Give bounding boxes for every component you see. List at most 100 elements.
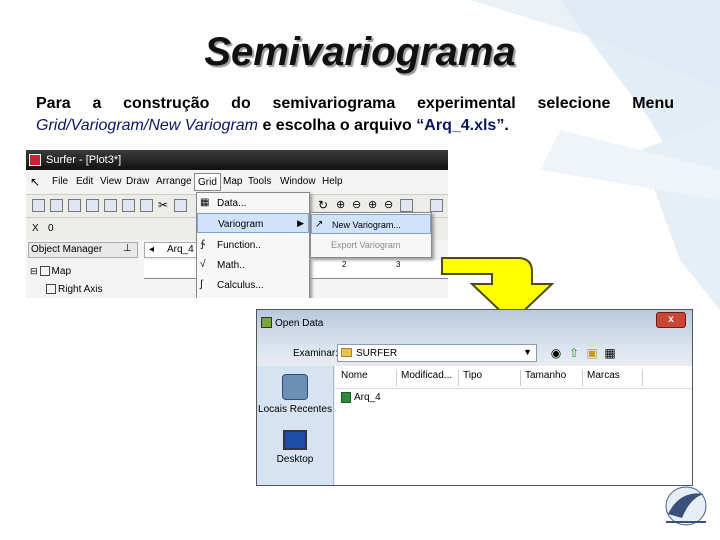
- copy-icon[interactable]: [174, 199, 187, 212]
- print-icon[interactable]: [104, 199, 117, 212]
- menu-help[interactable]: Help: [322, 176, 343, 187]
- zoom-rect-icon[interactable]: ⊕: [368, 198, 377, 211]
- worksheet-icon[interactable]: [50, 199, 63, 212]
- ruler-tick: 3: [396, 260, 401, 269]
- grid-menu-function-label: Function..: [217, 240, 261, 251]
- new-variogram-item[interactable]: ↗ New Variogram...: [311, 214, 431, 234]
- zoom-page-icon[interactable]: ⊖: [384, 198, 393, 211]
- refresh-icon[interactable]: ↻: [318, 198, 328, 212]
- back-icon[interactable]: ◉: [549, 346, 563, 360]
- header-divider: [335, 388, 692, 389]
- new-icon[interactable]: [32, 199, 45, 212]
- institution-logo: [665, 486, 707, 526]
- left-arrow-icon[interactable]: ◂: [149, 244, 154, 255]
- surfer-menubar: ↖ File Edit View Draw Arrange Grid Map T…: [26, 172, 448, 192]
- x-coordinate-value: 0: [48, 223, 54, 234]
- file-item-arq4[interactable]: Arq_4: [341, 392, 381, 403]
- menu-arrange[interactable]: Arrange: [156, 176, 192, 187]
- instruction-text: Para a construção do semivariograma expe…: [36, 93, 674, 137]
- surfer-window-title: Surfer - [Plot3*]: [46, 154, 122, 166]
- recent-places-icon: [282, 374, 308, 400]
- close-button[interactable]: x: [656, 312, 686, 328]
- grid-icon[interactable]: [68, 199, 81, 212]
- surfer-titlebar: Surfer - [Plot3*]: [26, 150, 448, 170]
- column-header-modified[interactable]: Modificad...: [397, 370, 459, 386]
- zoom-extents-icon[interactable]: [400, 199, 413, 212]
- place-desktop-label: Desktop: [276, 454, 314, 465]
- chevron-down-icon: ▼: [523, 347, 532, 357]
- menu-edit[interactable]: Edit: [76, 176, 93, 187]
- column-header-tags[interactable]: Marcas: [583, 370, 643, 386]
- folder-icon: [341, 348, 352, 357]
- menu-view[interactable]: View: [100, 176, 122, 187]
- x-coordinate-label: X: [32, 223, 39, 234]
- grid-menu-variogram[interactable]: Variogram ▶: [197, 213, 309, 233]
- object-manager-header[interactable]: Object Manager ⊥: [28, 242, 138, 258]
- grid-menu-math[interactable]: √ Math..: [197, 255, 309, 275]
- grid-menu-data-label: Data...: [217, 198, 247, 209]
- data-icon: ▦: [200, 197, 210, 208]
- ruler-tick: 2: [342, 260, 347, 269]
- bitmap-icon[interactable]: [430, 199, 443, 212]
- zoom-in-icon[interactable]: ⊕: [336, 198, 345, 211]
- menu-draw[interactable]: Draw: [126, 176, 149, 187]
- cut-icon[interactable]: ✂: [158, 198, 168, 212]
- look-in-dropdown[interactable]: SURFER ▼: [337, 344, 537, 362]
- grid-data-icon[interactable]: [140, 199, 153, 212]
- properties-icon[interactable]: [122, 199, 135, 212]
- tree-item-map-label: Map: [51, 266, 71, 277]
- menu-window[interactable]: Window: [280, 176, 316, 187]
- slide-title: Semivariograma: [204, 30, 516, 74]
- grid-menu-calculus[interactable]: ∫ Calculus...: [197, 275, 309, 295]
- math-icon: √: [200, 259, 206, 270]
- instruction-filename: “Arq_4.xls”: [416, 117, 505, 134]
- look-in-value: SURFER: [356, 348, 398, 359]
- place-desktop[interactable]: Desktop: [257, 430, 333, 465]
- column-header-type[interactable]: Tipo: [459, 370, 521, 386]
- pin-icon[interactable]: ⊥: [123, 243, 132, 254]
- file-item-label: Arq_4: [354, 392, 381, 404]
- function-icon: ∱: [200, 239, 206, 250]
- save-icon[interactable]: [86, 199, 99, 212]
- excel-file-icon: [341, 392, 351, 403]
- up-folder-icon[interactable]: ⇧: [567, 346, 581, 360]
- column-header-size[interactable]: Tamanho: [521, 370, 583, 386]
- export-variogram-item[interactable]: Export Variogram: [311, 235, 431, 255]
- surfer-app-icon: [29, 154, 41, 166]
- instruction-part1: Para a construção do semivariograma expe…: [36, 95, 674, 112]
- grid-menu-variogram-label: Variogram: [218, 219, 264, 230]
- look-in-label: Examinar:: [293, 348, 339, 359]
- tree-item-right-axis[interactable]: Right Axis: [30, 281, 102, 298]
- submenu-arrow-icon: ▶: [297, 218, 304, 228]
- column-header-name[interactable]: Nome: [337, 370, 397, 386]
- view-menu-icon[interactable]: ▦: [603, 346, 617, 360]
- zoom-out-icon[interactable]: ⊖: [352, 198, 361, 211]
- pointer-tool-icon[interactable]: ↖: [30, 175, 40, 189]
- grid-menu-function[interactable]: ∱ Function..: [197, 235, 309, 255]
- instruction-end: .: [504, 117, 509, 134]
- object-manager-label: Object Manager: [31, 244, 103, 255]
- new-variogram-label: New Variogram...: [332, 220, 401, 230]
- dialog-title: Open Data: [275, 318, 324, 329]
- grid-menu-math-label: Math..: [217, 260, 245, 271]
- grid-menu-calculus-label: Calculus...: [217, 280, 264, 291]
- tree-item-map[interactable]: ⊟ Map: [30, 262, 102, 281]
- object-tree: ⊟ Map Right Axis: [30, 262, 102, 298]
- file-list: Nome Modificad... Tipo Tamanho Marcas Ar…: [335, 366, 692, 485]
- variogram-submenu: ↗ New Variogram... Export Variogram: [310, 212, 432, 258]
- new-variogram-icon: ↗: [315, 219, 324, 230]
- new-folder-icon[interactable]: ▣: [585, 346, 599, 360]
- open-data-dialog: Open Data x Examinar: SURFER ▼ ◉ ⇧ ▣ ▦ L…: [256, 309, 693, 486]
- menu-grid[interactable]: Grid: [194, 173, 221, 191]
- place-recent-label: Locais Recentes: [258, 404, 332, 415]
- grid-menu-data[interactable]: ▦ Data...: [197, 193, 309, 213]
- menu-file[interactable]: File: [52, 176, 68, 187]
- tree-item-right-axis-label: Right Axis: [58, 284, 103, 295]
- instruction-menu-path: Grid/Variogram/New Variogram: [36, 117, 258, 134]
- place-recent[interactable]: Locais Recentes: [257, 374, 333, 415]
- dialog-app-icon: [261, 317, 272, 328]
- menu-map[interactable]: Map: [223, 176, 242, 187]
- menu-tools[interactable]: Tools: [248, 176, 271, 187]
- instruction-part2: e escolha o arquivo: [258, 117, 417, 134]
- grid-menu-dropdown: ▦ Data... Variogram ▶ ∱ Function.. √ Mat…: [196, 192, 310, 298]
